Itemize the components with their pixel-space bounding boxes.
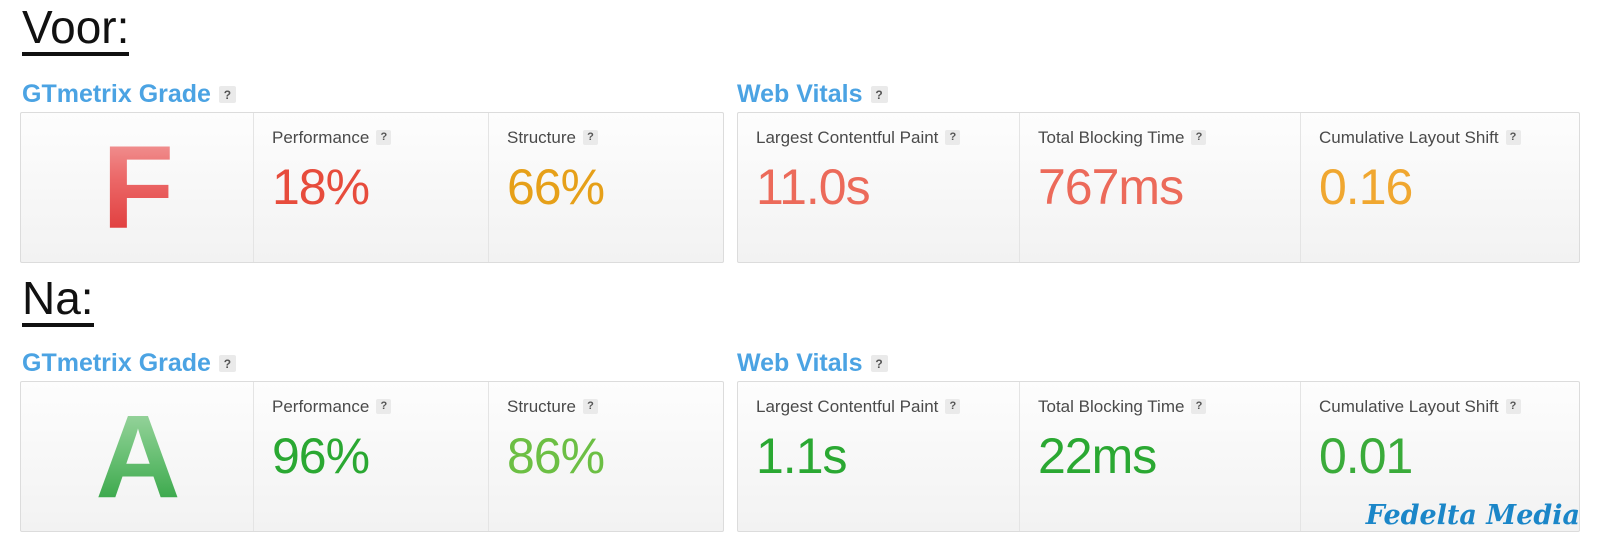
help-icon[interactable]: ? [1191,399,1207,414]
gtmetrix-comparison-page: Voor: GTmetrix Grade ? F Performance ? 1… [0,0,1600,550]
help-icon[interactable]: ? [218,86,236,103]
help-icon[interactable]: ? [1505,399,1521,414]
help-icon[interactable]: ? [1191,130,1207,145]
panel-title-web-vitals-after: Web Vitals ? [737,351,888,376]
section-heading-after: Na: [22,275,94,327]
help-icon[interactable]: ? [945,130,961,145]
grade-letter: A [95,390,180,523]
watermark-fedelta-media: Fedelta Media [1365,500,1580,531]
metric-value: 96% [272,428,370,484]
metric-label: Performance ? [272,398,470,415]
metric-cell-cls-before: Cumulative Layout Shift ? 0.16 [1300,113,1579,262]
metric-label: Largest Contentful Paint ? [756,398,1001,415]
metric-label-text: Total Blocking Time [1038,128,1185,147]
metric-label-text: Largest Contentful Paint [756,397,939,416]
metric-value: 1.1s [756,428,848,484]
metric-label-text: Largest Contentful Paint [756,128,939,147]
panel-title-gtmetrix-grade-before: GTmetrix Grade ? [22,82,236,107]
grade-letter: F [101,121,174,254]
metric-label-text: Performance [272,397,370,416]
section-heading-before: Voor: [22,4,130,56]
help-icon[interactable]: ? [376,399,392,414]
metric-label: Structure ? [507,129,705,146]
metric-cell-tbt-after: Total Blocking Time ? 22ms [1019,382,1300,531]
help-icon[interactable]: ? [218,355,236,372]
metric-value: 22ms [1038,428,1157,484]
web-vitals-card-before: Largest Contentful Paint ? 11.0s Total B… [737,112,1580,263]
metric-value: 767ms [1038,159,1184,215]
gtmetrix-grade-card-after: A Performance ? 96% Structure ? 86% [20,381,724,532]
metric-cell-performance-before: Performance ? 18% [253,113,488,262]
metric-label: Largest Contentful Paint ? [756,129,1001,146]
metric-label-text: Total Blocking Time [1038,397,1185,416]
help-icon[interactable]: ? [582,399,598,414]
panel-title-label: GTmetrix Grade [22,80,211,108]
metric-cell-lcp-after: Largest Contentful Paint ? 1.1s [738,382,1019,531]
metric-label: Total Blocking Time ? [1038,129,1282,146]
help-icon[interactable]: ? [1505,130,1521,145]
metric-cell-structure-before: Structure ? 66% [488,113,723,262]
metric-label: Cumulative Layout Shift ? [1319,398,1561,415]
metric-cell-performance-after: Performance ? 96% [253,382,488,531]
metric-label-text: Performance [272,128,370,147]
help-icon[interactable]: ? [582,130,598,145]
metric-cell-tbt-before: Total Blocking Time ? 767ms [1019,113,1300,262]
metric-label-text: Structure [507,397,576,416]
metric-value: 11.0s [756,159,871,215]
metric-label-text: Cumulative Layout Shift [1319,128,1499,147]
metric-value: 86% [507,428,605,484]
metric-label: Total Blocking Time ? [1038,398,1282,415]
grade-cell-before: F [21,113,253,262]
panel-title-label: Web Vitals [737,80,863,108]
metric-label: Structure ? [507,398,705,415]
help-icon[interactable]: ? [870,86,888,103]
metric-value: 0.01 [1319,428,1413,484]
panel-title-web-vitals-before: Web Vitals ? [737,82,888,107]
grade-cell-after: A [21,382,253,531]
metric-value: 18% [272,159,370,215]
metric-value: 66% [507,159,605,215]
gtmetrix-grade-card-before: F Performance ? 18% Structure ? 66% [20,112,724,263]
panel-title-gtmetrix-grade-after: GTmetrix Grade ? [22,351,236,376]
panel-title-label: Web Vitals [737,349,863,377]
metric-label: Performance ? [272,129,470,146]
panel-title-label: GTmetrix Grade [22,349,211,377]
metric-label: Cumulative Layout Shift ? [1319,129,1561,146]
metric-label-text: Cumulative Layout Shift [1319,397,1499,416]
metric-label-text: Structure [507,128,576,147]
metric-cell-structure-after: Structure ? 86% [488,382,723,531]
help-icon[interactable]: ? [945,399,961,414]
help-icon[interactable]: ? [376,130,392,145]
help-icon[interactable]: ? [870,355,888,372]
metric-value: 0.16 [1319,159,1413,215]
metric-cell-lcp-before: Largest Contentful Paint ? 11.0s [738,113,1019,262]
